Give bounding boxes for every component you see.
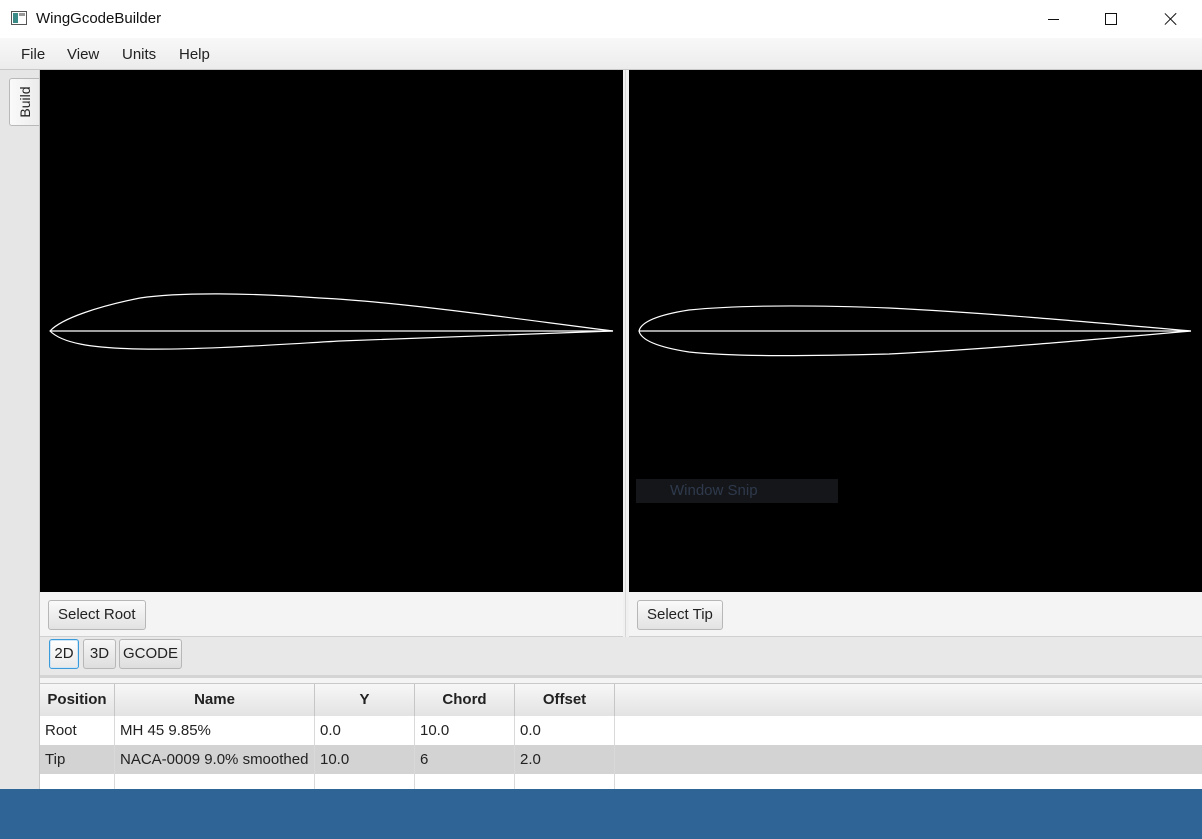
app-icon bbox=[11, 11, 27, 25]
select-root-button[interactable]: Select Root bbox=[48, 600, 146, 630]
cell-empty bbox=[40, 774, 115, 790]
title-bar: WingGcodeBuilder bbox=[0, 0, 1202, 38]
table-row-empty bbox=[40, 774, 1202, 790]
menu-view[interactable]: View bbox=[67, 46, 99, 63]
minimize-button[interactable] bbox=[1024, 0, 1082, 38]
menu-units[interactable]: Units bbox=[122, 46, 156, 63]
cell-empty bbox=[415, 774, 515, 790]
root-airfoil-outline bbox=[49, 293, 614, 350]
tip-airfoil-plot bbox=[638, 305, 1192, 357]
column-header-offset[interactable]: Offset bbox=[515, 684, 615, 716]
cell-offset: 2.0 bbox=[515, 745, 615, 774]
cell-empty bbox=[115, 774, 315, 790]
view-2d-button[interactable]: 2D bbox=[49, 639, 79, 669]
tip-airfoil-canvas[interactable] bbox=[629, 70, 1202, 592]
menu-file[interactable]: File bbox=[21, 46, 45, 63]
tab-build[interactable]: Build bbox=[9, 78, 39, 126]
cell-y: 0.0 bbox=[315, 716, 415, 745]
window-title: WingGcodeBuilder bbox=[36, 10, 162, 27]
view-3d-button[interactable]: 3D bbox=[83, 639, 116, 669]
menu-bar: File View Units Help bbox=[0, 38, 1202, 70]
column-header-name[interactable]: Name bbox=[115, 684, 315, 716]
cell-chord: 6 bbox=[415, 745, 515, 774]
cell-empty bbox=[515, 774, 615, 790]
table-row[interactable]: Root MH 45 9.85% 0.0 10.0 0.0 bbox=[40, 716, 1202, 745]
maximize-button[interactable] bbox=[1082, 0, 1140, 38]
cell-position: Tip bbox=[40, 745, 115, 774]
column-header-position[interactable]: Position bbox=[40, 684, 115, 716]
cell-position: Root bbox=[40, 716, 115, 745]
root-button-bar: Select Root bbox=[40, 592, 623, 637]
tab-build-label: Build bbox=[16, 86, 33, 118]
view-toggle-bar: 2D 3D GCODE bbox=[40, 637, 1202, 678]
close-button[interactable] bbox=[1142, 0, 1200, 38]
tip-button-bar: Select Tip bbox=[629, 592, 1202, 637]
column-header-y[interactable]: Y bbox=[315, 684, 415, 716]
cell-y: 10.0 bbox=[315, 745, 415, 774]
maximize-icon bbox=[1105, 13, 1117, 25]
minimize-icon bbox=[1047, 18, 1059, 20]
close-icon bbox=[1164, 12, 1178, 26]
select-tip-button[interactable]: Select Tip bbox=[637, 600, 723, 630]
cell-name: MH 45 9.85% bbox=[115, 716, 315, 745]
sections-table[interactable]: Position Name Y Chord Offset Root MH 45 … bbox=[40, 683, 1202, 790]
root-airfoil-canvas[interactable] bbox=[40, 70, 623, 592]
cell-name: NACA-0009 9.0% smoothed bbox=[115, 745, 315, 774]
table-header: Position Name Y Chord Offset bbox=[40, 684, 1202, 717]
column-header-chord[interactable]: Chord bbox=[415, 684, 515, 716]
cell-chord: 10.0 bbox=[415, 716, 515, 745]
view-gcode-button[interactable]: GCODE bbox=[119, 639, 182, 669]
side-tab-strip: Build bbox=[0, 70, 40, 789]
menu-help[interactable]: Help bbox=[179, 46, 210, 63]
cell-offset: 0.0 bbox=[515, 716, 615, 745]
desktop-taskbar bbox=[0, 789, 1202, 839]
app-window: WingGcodeBuilder File View Units Help Bu… bbox=[0, 0, 1202, 790]
root-airfoil-plot bbox=[49, 293, 614, 350]
window-snip-overlay: Window Snip bbox=[636, 479, 838, 503]
table-row[interactable]: Tip NACA-0009 9.0% smoothed 10.0 6 2.0 bbox=[40, 745, 1202, 774]
cell-empty bbox=[315, 774, 415, 790]
